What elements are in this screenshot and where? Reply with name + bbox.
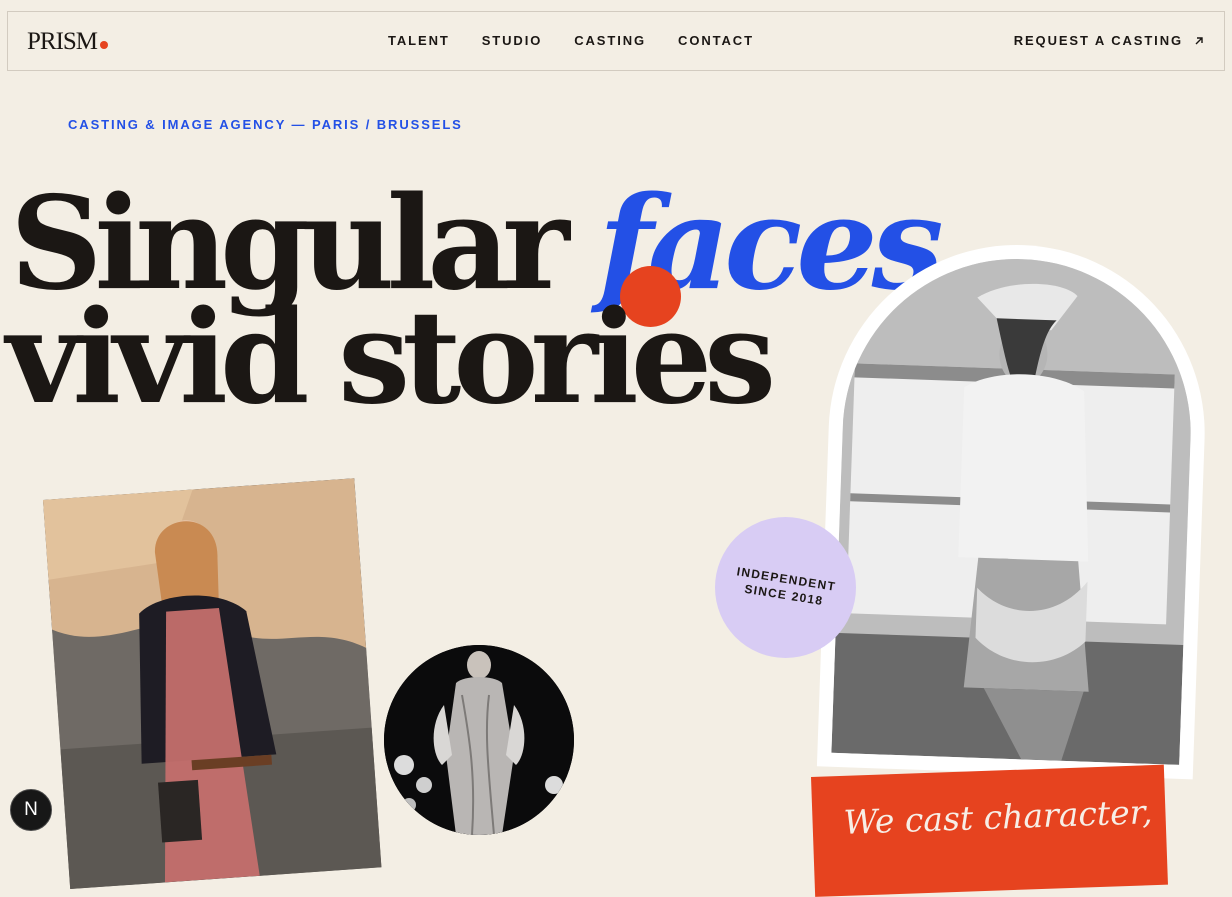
nav-casting[interactable]: CASTING <box>574 33 646 48</box>
nav-contact[interactable]: CONTACT <box>678 33 754 48</box>
photo-runway-gown-image <box>384 645 574 835</box>
nav-studio[interactable]: STUDIO <box>482 33 543 48</box>
request-casting-label: REQUEST A CASTING <box>1013 33 1183 48</box>
photo-arch-frame <box>816 238 1212 780</box>
hero-title-line-2: vivid stories <box>6 283 776 433</box>
tagline-text: We cast character, <box>842 792 1153 842</box>
top-navigation: PRISM TALENT STUDIO CASTING CONTACT REQU… <box>7 11 1225 71</box>
arrow-up-right-icon <box>1195 36 1203 44</box>
independent-badge-text: INDEPENDENT SINCE 2018 <box>733 564 837 612</box>
request-casting-button[interactable]: REQUEST A CASTING <box>1014 33 1204 48</box>
hero-eyebrow: CASTING & IMAGE AGENCY — PARIS / BRUSSEL… <box>68 117 463 132</box>
dev-tools-letter: N <box>24 799 38 820</box>
main-menu: TALENT STUDIO CASTING CONTACT <box>388 33 754 48</box>
tagline-card: We cast character, <box>811 764 1168 897</box>
brand-logo-dot <box>100 41 108 49</box>
photo-bw-portrait <box>831 253 1197 765</box>
photo-model-seated <box>43 478 382 890</box>
photo-bw-portrait-image <box>831 253 1197 765</box>
brand-logo[interactable]: PRISM <box>27 28 98 56</box>
dev-tools-button[interactable]: N <box>10 789 52 831</box>
independent-badge: INDEPENDENT SINCE 2018 <box>715 517 856 658</box>
nav-talent[interactable]: TALENT <box>388 33 450 48</box>
photo-runway-gown <box>384 645 574 835</box>
photo-model-seated-image <box>43 478 382 890</box>
